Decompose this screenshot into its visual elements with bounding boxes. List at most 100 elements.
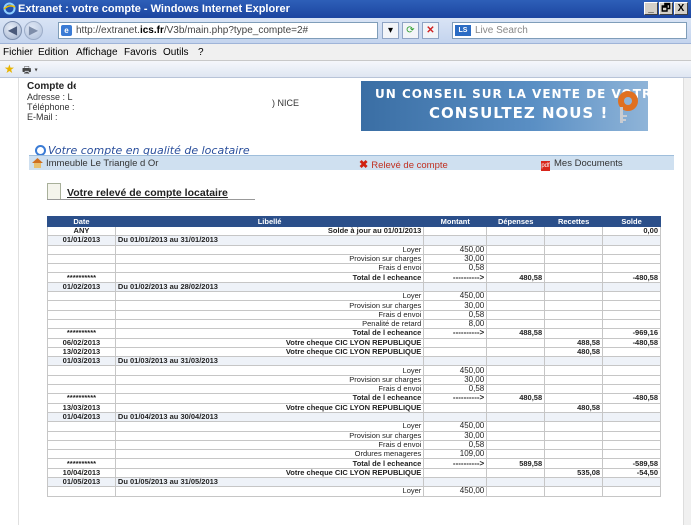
cell-recettes xyxy=(544,411,604,423)
cell-montant xyxy=(423,476,488,488)
cell-montant xyxy=(423,402,488,413)
cell-date xyxy=(47,291,116,302)
cell-depenses xyxy=(486,291,546,302)
menu-fichier[interactable]: Fichier xyxy=(3,47,33,58)
promo-banner[interactable]: UN CONSEIL SUR LA VENTE DE VOTRE BIEN ? … xyxy=(361,81,648,131)
table-row: Loyer 450,00 xyxy=(47,486,661,497)
document-icon xyxy=(47,183,61,200)
cell-depenses xyxy=(486,225,546,237)
cell-depenses xyxy=(486,421,546,432)
header-depenses: Dépenses xyxy=(486,216,546,227)
cell-solde: -480,58 xyxy=(602,337,661,348)
tab-documents-label: Mes Documents xyxy=(554,158,623,169)
cell-recettes xyxy=(544,384,604,395)
cell-depenses: 480,58 xyxy=(486,393,546,404)
cell-montant: 450,00 xyxy=(423,486,488,497)
table-row: Frais d envoi 0,58 xyxy=(47,439,661,451)
header-libelle: Libellé xyxy=(114,216,425,227)
search-input[interactable]: LS Live Search xyxy=(452,22,687,39)
table-row: 01/03/2013 Du 01/03/2013 au 31/03/2013 xyxy=(47,356,661,367)
keys-icon xyxy=(618,91,638,123)
minimize-button[interactable]: _ xyxy=(644,2,658,15)
cell-solde xyxy=(602,430,661,441)
cell-libelle: Frais d envoi xyxy=(114,309,425,320)
cell-depenses xyxy=(486,235,546,246)
cell-depenses xyxy=(486,337,546,348)
extranet-page: Compte de Adresse : L Téléphone : E-Mail… xyxy=(18,78,680,525)
statement-title-text: Votre relevé de compte locataire xyxy=(67,187,228,199)
cell-solde: -480,58 xyxy=(602,393,661,404)
cell-recettes xyxy=(544,328,604,339)
table-row: ********** Total de l echeance ---------->… xyxy=(47,458,661,469)
table-row: Loyer 450,00 xyxy=(47,365,661,376)
dropdown-icon[interactable]: ▾ xyxy=(382,22,399,39)
favorites-star-icon[interactable]: ★ xyxy=(4,63,15,75)
tab-documents[interactable]: pdf Mes Documents xyxy=(541,158,623,171)
cell-solde xyxy=(602,263,661,274)
cell-solde xyxy=(602,244,661,255)
cell-recettes xyxy=(544,356,604,367)
table-row: 06/02/2013 Votre cheque CIC LYON REPUBLIQ… xyxy=(47,337,661,348)
cell-recettes xyxy=(544,309,604,320)
back-button[interactable]: ◀ xyxy=(3,21,22,40)
menu-affichage[interactable]: Affichage xyxy=(76,47,118,58)
cell-libelle: Frais d envoi xyxy=(114,384,425,395)
refresh-icon[interactable]: ⟳ xyxy=(402,22,419,39)
cell-montant: 8,00 xyxy=(423,318,488,330)
vertical-scrollbar[interactable] xyxy=(683,78,691,525)
cell-recettes xyxy=(544,263,604,274)
close-button[interactable]: X xyxy=(674,2,688,15)
cell-depenses xyxy=(486,244,546,255)
title-divider xyxy=(47,199,255,200)
cell-depenses xyxy=(486,402,546,413)
cell-date: 10/04/2013 xyxy=(47,467,116,479)
cell-libelle: Penalité de retard xyxy=(114,318,425,330)
cell-libelle: Total de l echeance xyxy=(114,393,425,404)
cell-montant: 450,00 xyxy=(423,365,488,376)
cell-montant xyxy=(423,235,488,246)
url-text: http://extranet.ics.fr/V3b/main.php?type… xyxy=(76,25,309,36)
cell-libelle: Votre cheque CIC LYON REPUBLIQUE xyxy=(114,402,425,413)
cell-montant xyxy=(423,467,488,479)
tab-building[interactable]: Immeuble Le Triangle d Or xyxy=(46,158,158,169)
cell-libelle: Loyer xyxy=(114,365,425,376)
menu-edition[interactable]: Edition xyxy=(38,47,69,58)
cell-montant xyxy=(423,356,488,367)
cell-depenses xyxy=(486,253,546,265)
menu-help[interactable]: ? xyxy=(198,47,204,58)
cell-montant xyxy=(423,281,488,293)
cell-date xyxy=(47,365,116,376)
menu-outils[interactable]: Outils xyxy=(163,47,189,58)
tab-statement[interactable]: ✖ Relevé de compte xyxy=(359,158,448,171)
cell-libelle: Du 01/05/2013 au 31/05/2013 xyxy=(114,476,425,488)
stop-icon[interactable]: ✕ xyxy=(422,22,439,39)
table-row: 10/04/2013 Votre cheque CIC LYON REPUBLIQ… xyxy=(47,467,661,479)
cell-libelle: Total de l echeance xyxy=(114,328,425,339)
menu-favoris[interactable]: Favoris xyxy=(124,47,157,58)
restore-button[interactable]: 🗗 xyxy=(659,2,673,15)
cell-depenses xyxy=(486,384,546,395)
table-row: Loyer 450,00 xyxy=(47,244,661,255)
account-info: Compte de Adresse : L Téléphone : E-Mail… xyxy=(27,82,79,123)
url-field[interactable]: e http://extranet.ics.fr/V3b/main.php?ty… xyxy=(58,22,378,39)
cell-solde xyxy=(602,356,661,367)
cell-solde xyxy=(602,384,661,395)
forward-button[interactable]: ▶ xyxy=(24,21,43,40)
cell-date xyxy=(47,318,116,330)
cell-date: ********** xyxy=(47,272,116,283)
cell-libelle: Provision sur charges xyxy=(114,430,425,441)
cell-solde xyxy=(602,476,661,488)
cell-date: 01/04/2013 xyxy=(47,411,116,423)
cell-date xyxy=(47,309,116,320)
cell-solde xyxy=(602,365,661,376)
cell-recettes xyxy=(544,430,604,441)
cell-montant: ----------> xyxy=(423,393,488,404)
cell-montant: 0,58 xyxy=(423,263,488,274)
cell-libelle: Provision sur charges xyxy=(114,374,425,386)
cell-solde xyxy=(602,291,661,302)
table-row: Provision sur charges 30,00 xyxy=(47,253,661,265)
cell-montant: 0,58 xyxy=(423,384,488,395)
cell-recettes xyxy=(544,253,604,265)
cell-recettes xyxy=(544,458,604,469)
table-row: ********** Total de l echeance ---------->… xyxy=(47,272,661,283)
